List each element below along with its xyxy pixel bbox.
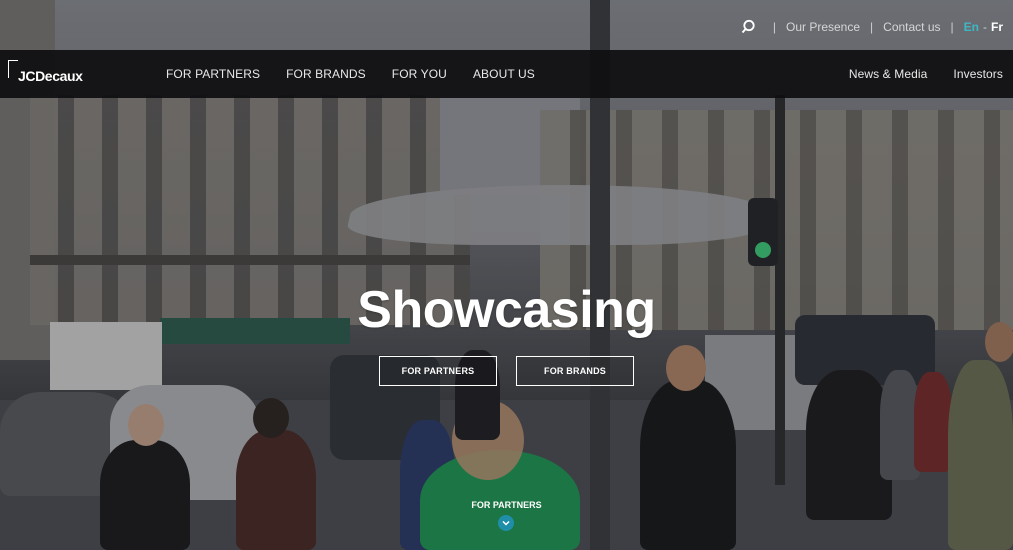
language-switcher: En - Fr (964, 20, 1003, 34)
jcdecaux-logo[interactable]: JCDecaux (0, 50, 112, 98)
language-separator: - (983, 20, 987, 34)
utility-separator: | (870, 20, 874, 34)
nav-item-investors[interactable]: Investors (940, 67, 1003, 81)
utility-bar: | Our Presence | Contact us | En - Fr (741, 10, 1013, 44)
scroll-section-label: FOR PARTNERS (471, 500, 542, 510)
utility-separator: | (950, 20, 954, 34)
logo-text: JCDecaux (18, 68, 83, 84)
for-brands-button[interactable]: FOR BRANDS (516, 356, 634, 386)
utility-separator: | (772, 20, 776, 34)
chevron-down-icon (502, 520, 510, 526)
secondary-nav: News & Media Investors (836, 67, 1013, 81)
language-en[interactable]: En (964, 20, 979, 34)
primary-nav: FOR PARTNERS FOR BRANDS FOR YOU ABOUT US (153, 67, 548, 81)
nav-item-about-us[interactable]: ABOUT US (460, 67, 548, 81)
search-icon[interactable] (741, 18, 759, 36)
nav-item-news-media[interactable]: News & Media (836, 67, 941, 81)
main-navbar: JCDecaux FOR PARTNERS FOR BRANDS FOR YOU… (0, 50, 1013, 98)
language-fr[interactable]: Fr (991, 20, 1003, 34)
hero-title: Showcasing (357, 281, 656, 339)
nav-item-for-partners[interactable]: FOR PARTNERS (153, 67, 273, 81)
logo-mark (8, 60, 18, 78)
hero-cta-group: FOR PARTNERS FOR BRANDS (379, 356, 634, 386)
contact-us-link[interactable]: Contact us (883, 20, 940, 34)
for-partners-button[interactable]: FOR PARTNERS (379, 356, 497, 386)
our-presence-link[interactable]: Our Presence (786, 20, 860, 34)
scroll-down-button[interactable] (498, 515, 514, 531)
nav-item-for-you[interactable]: FOR YOU (379, 67, 460, 81)
nav-item-for-brands[interactable]: FOR BRANDS (273, 67, 379, 81)
